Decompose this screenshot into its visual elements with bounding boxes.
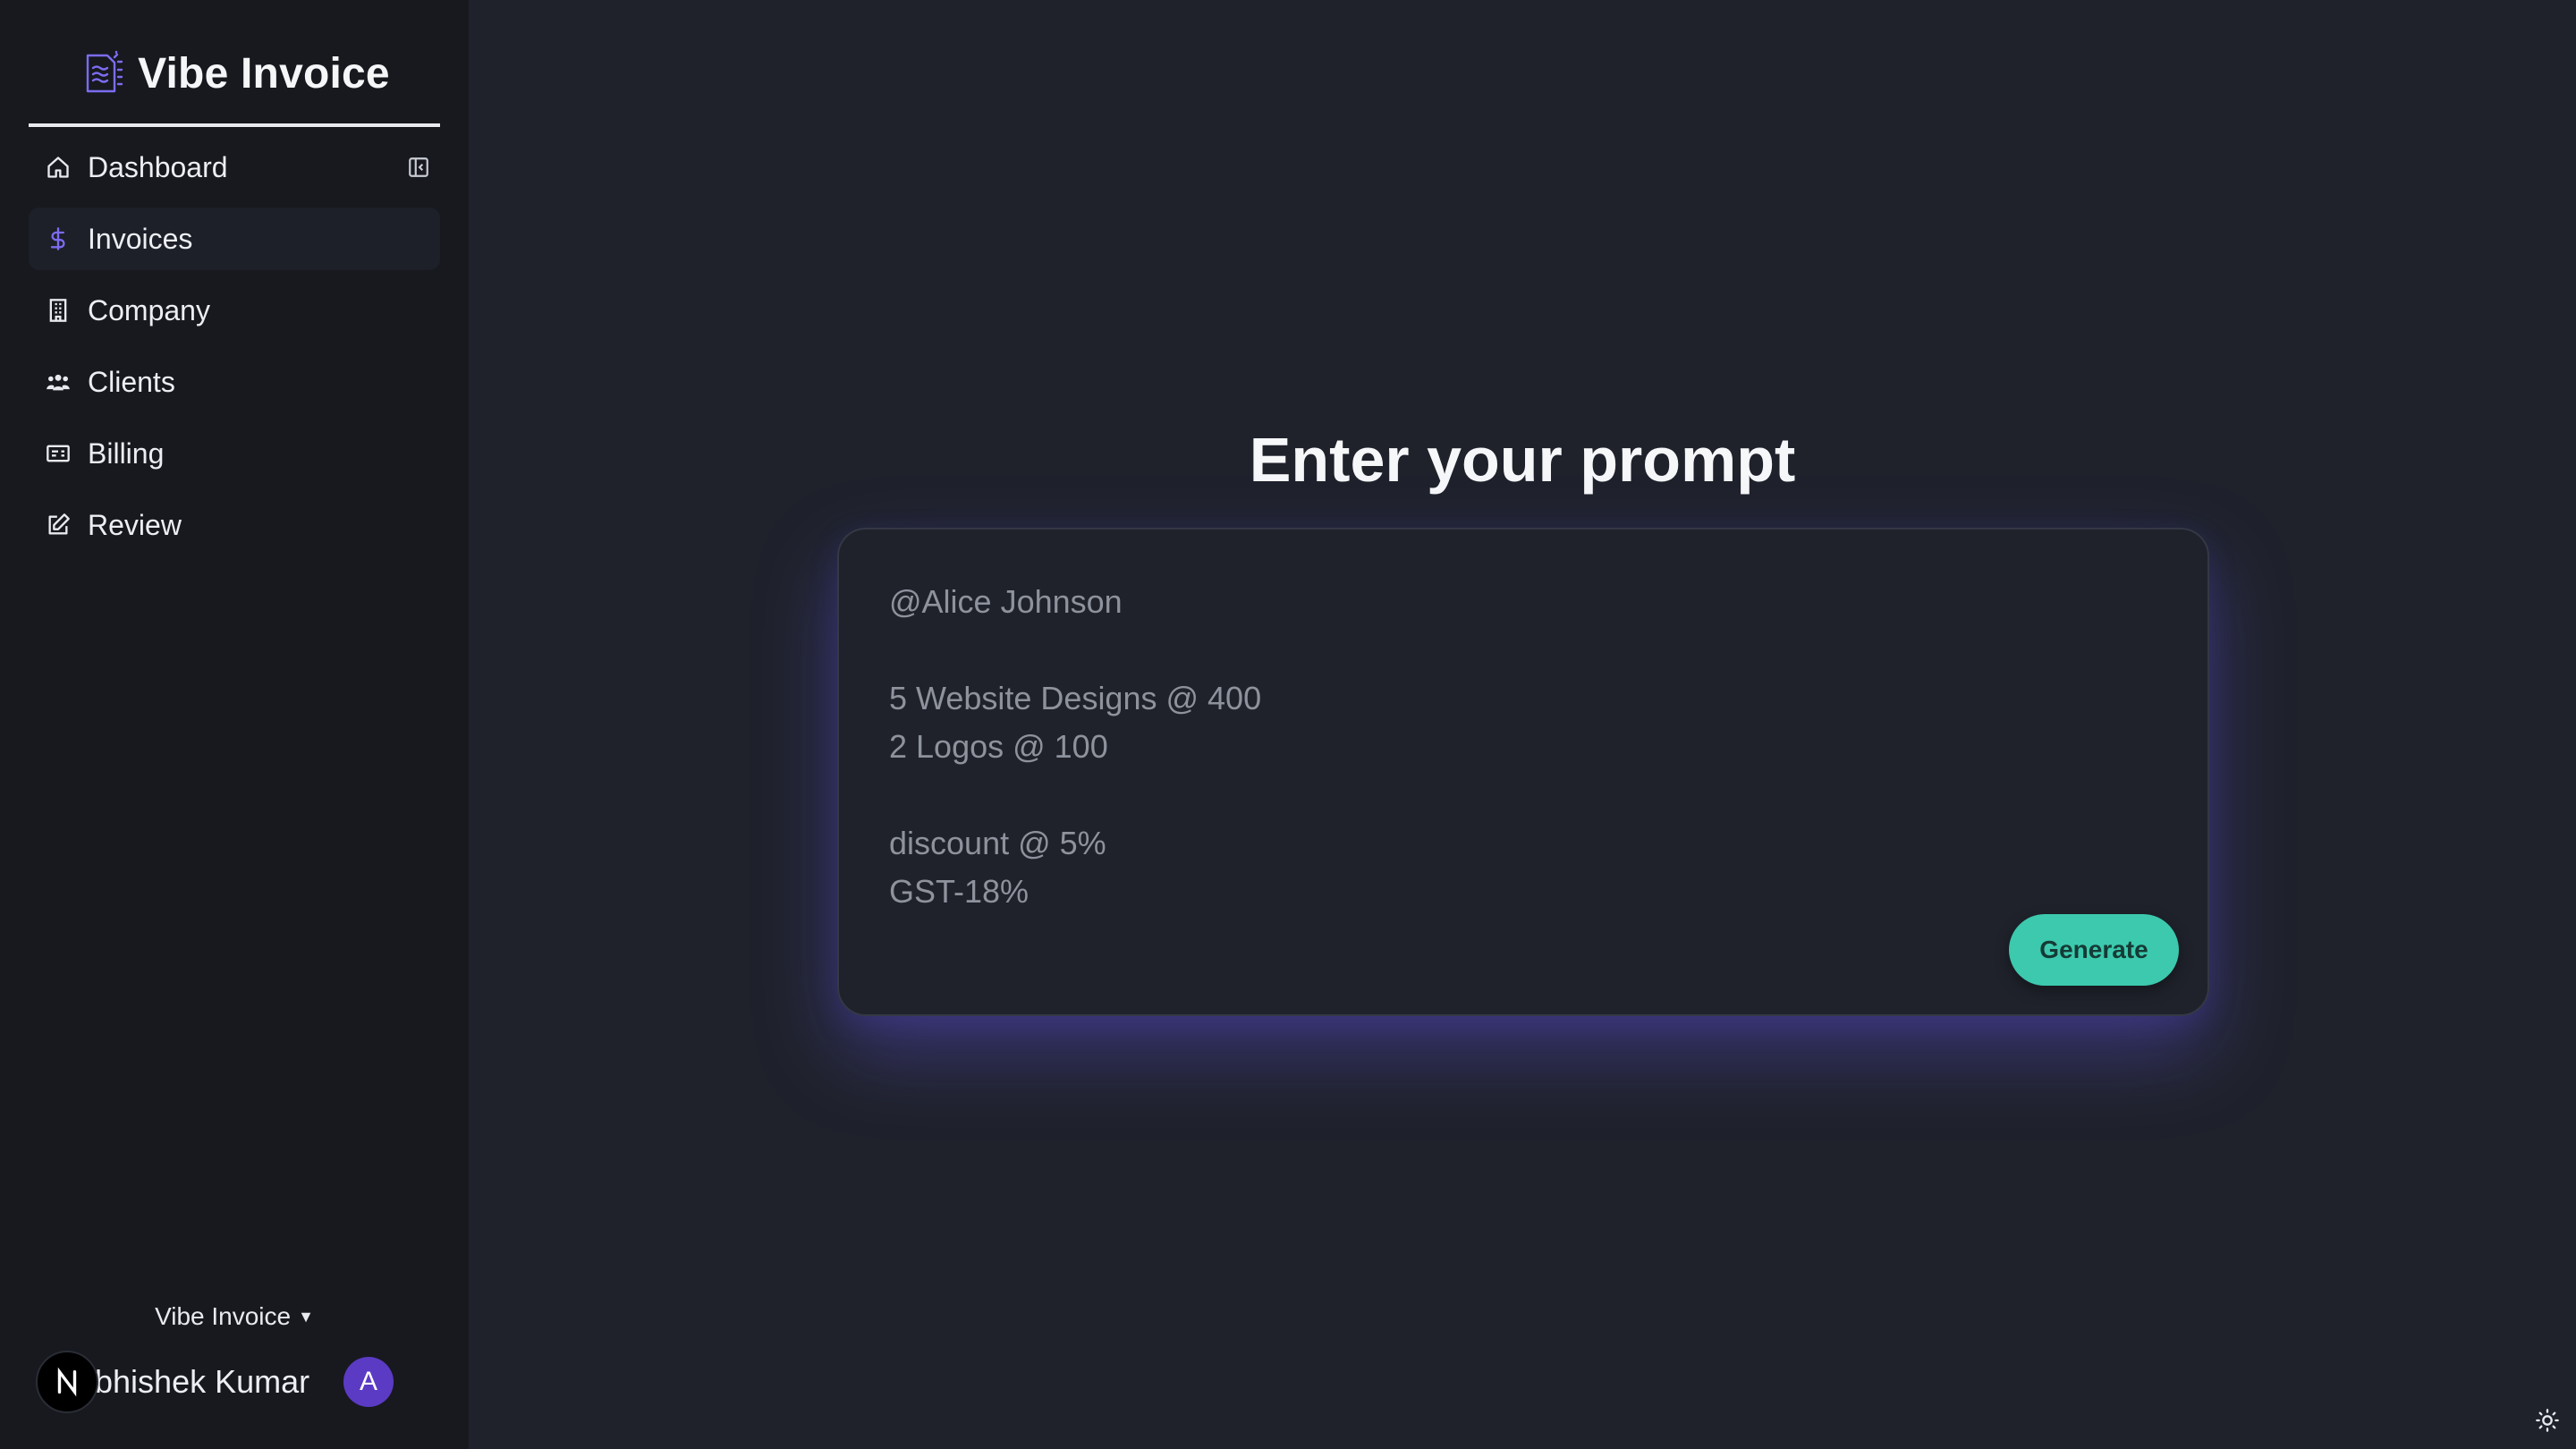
user-row: bhishek Kumar A: [36, 1351, 411, 1413]
sidebar-item-label: Clients: [88, 365, 175, 398]
sidebar-item-label: Company: [88, 293, 210, 326]
user-name: bhishek Kumar: [95, 1363, 310, 1400]
app-root: Vibe Invoice Dashboard Invoices Company …: [0, 0, 2576, 1449]
sidebar-item-company[interactable]: Company: [29, 279, 440, 342]
n-badge[interactable]: [36, 1351, 98, 1413]
sidebar-item-invoices[interactable]: Invoices: [29, 208, 440, 270]
brand-title: Vibe Invoice: [138, 49, 390, 97]
sidebar-collapse-icon[interactable]: [406, 155, 431, 180]
generate-button[interactable]: Generate: [2009, 914, 2179, 986]
building-icon: [45, 297, 72, 324]
org-switcher-label: Vibe Invoice: [155, 1302, 292, 1330]
prompt-input[interactable]: @Alice Johnson 5 Website Designs @ 400 2…: [889, 578, 2052, 916]
invoice-icon: [86, 50, 123, 93]
brand-header[interactable]: Vibe Invoice: [29, 36, 440, 127]
avatar[interactable]: A: [343, 1357, 394, 1407]
dollar-icon: [45, 225, 72, 252]
edit-icon: [45, 512, 72, 538]
sidebar: Vibe Invoice Dashboard Invoices Company …: [0, 0, 469, 1449]
sidebar-item-review[interactable]: Review: [29, 494, 440, 556]
billing-icon: [45, 440, 72, 467]
sun-icon[interactable]: [2533, 1406, 2562, 1435]
org-switcher[interactable]: Vibe Invoice ▼: [0, 1302, 469, 1331]
sidebar-item-label: Billing: [88, 436, 165, 470]
sidebar-item-dashboard[interactable]: Dashboard: [29, 136, 440, 199]
avatar-initial: A: [359, 1367, 377, 1396]
sidebar-item-billing[interactable]: Billing: [29, 422, 440, 485]
sidebar-item-label: Invoices: [88, 222, 193, 255]
sidebar-item-clients[interactable]: Clients: [29, 351, 440, 413]
caret-down-icon: ▼: [298, 1307, 314, 1326]
sidebar-nav: Dashboard Invoices Company Clients Billi…: [29, 136, 440, 565]
home-icon: [45, 154, 72, 181]
sidebar-item-label: Dashboard: [88, 150, 228, 183]
page-title: Enter your prompt: [1249, 425, 1796, 495]
users-icon: [45, 369, 72, 395]
sidebar-item-label: Review: [88, 508, 182, 541]
prompt-card: @Alice Johnson 5 Website Designs @ 400 2…: [837, 528, 2209, 1016]
